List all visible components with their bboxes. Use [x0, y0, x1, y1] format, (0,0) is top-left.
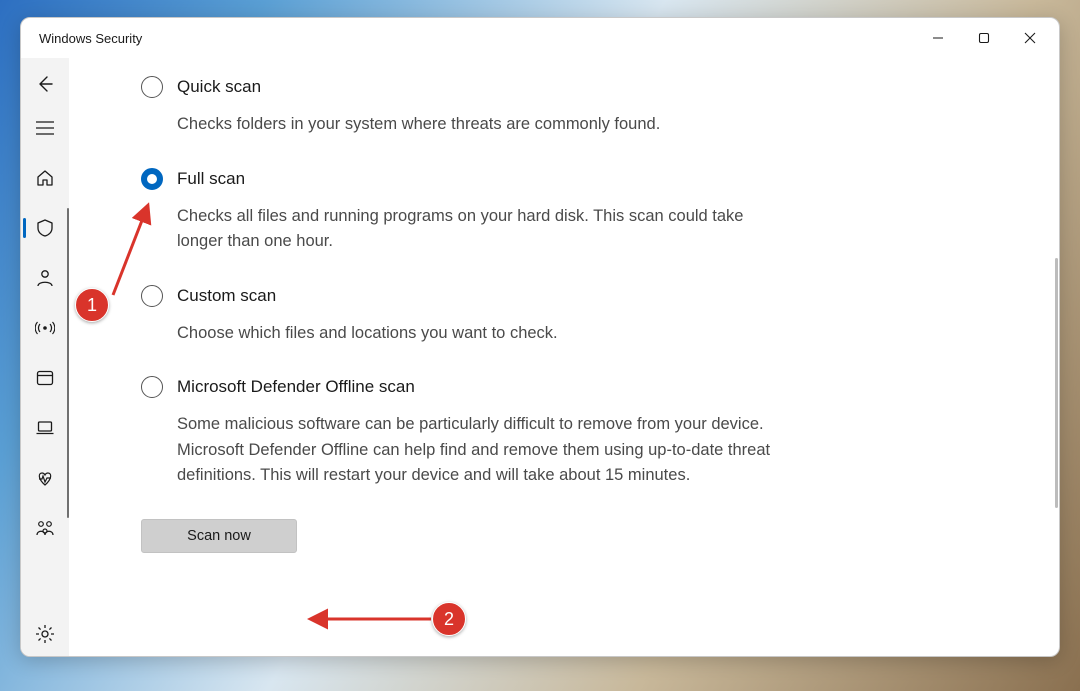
option-desc: Checks all files and running programs on…: [177, 204, 772, 255]
sidebar-item-virus[interactable]: [21, 206, 69, 250]
option-desc: Choose which files and locations you wan…: [177, 321, 772, 347]
back-button[interactable]: [21, 62, 69, 106]
hamburger-icon: [36, 121, 54, 135]
minimize-icon: [932, 32, 944, 44]
option-title: Custom scan: [177, 286, 276, 306]
gear-icon: [35, 624, 55, 644]
home-icon: [35, 168, 55, 188]
maximize-button[interactable]: [961, 18, 1007, 58]
content-area: Quick scan Checks folders in your system…: [69, 58, 1059, 656]
sidebar-item-home[interactable]: [21, 156, 69, 200]
window-body: Quick scan Checks folders in your system…: [21, 58, 1059, 656]
annotation-badge-1: 1: [75, 288, 109, 322]
sidebar-item-device-security[interactable]: [21, 406, 69, 450]
radio-quick-scan[interactable]: [141, 76, 163, 98]
sidebar-item-app-browser[interactable]: [21, 356, 69, 400]
option-quick-scan[interactable]: Quick scan Checks folders in your system…: [141, 76, 781, 138]
scan-now-label: Scan now: [187, 528, 251, 544]
antenna-icon: [35, 318, 55, 338]
window-icon: [35, 368, 55, 388]
option-title: Microsoft Defender Offline scan: [177, 377, 415, 397]
titlebar: Windows Security: [21, 18, 1059, 58]
radio-full-scan[interactable]: [141, 168, 163, 190]
menu-button[interactable]: [21, 106, 69, 150]
option-full-scan[interactable]: Full scan Checks all files and running p…: [141, 168, 781, 255]
laptop-icon: [35, 418, 55, 438]
scrollbar-thumb[interactable]: [1055, 258, 1058, 508]
option-title: Quick scan: [177, 77, 261, 97]
account-icon: [35, 268, 55, 288]
sidebar-item-performance[interactable]: [21, 456, 69, 500]
app-window: Windows Security: [20, 17, 1060, 657]
sidebar-item-family[interactable]: [21, 506, 69, 550]
option-offline-scan[interactable]: Microsoft Defender Offline scan Some mal…: [141, 376, 781, 489]
family-icon: [35, 518, 55, 538]
shield-icon: [35, 218, 55, 238]
window-title: Windows Security: [39, 31, 142, 46]
minimize-button[interactable]: [915, 18, 961, 58]
sidebar-item-settings[interactable]: [21, 612, 69, 656]
option-title: Full scan: [177, 169, 245, 189]
heart-pulse-icon: [35, 468, 55, 488]
scan-now-button[interactable]: Scan now: [141, 519, 297, 553]
close-icon: [1024, 32, 1036, 44]
sidebar-item-account[interactable]: [21, 256, 69, 300]
sidebar-item-firewall[interactable]: [21, 306, 69, 350]
caption-buttons: [915, 18, 1053, 58]
option-custom-scan[interactable]: Custom scan Choose which files and locat…: [141, 285, 781, 347]
maximize-icon: [978, 32, 990, 44]
option-desc: Checks folders in your system where thre…: [177, 112, 772, 138]
annotation-badge-2: 2: [432, 602, 466, 636]
radio-custom-scan[interactable]: [141, 285, 163, 307]
radio-offline-scan[interactable]: [141, 376, 163, 398]
sidebar: [21, 58, 69, 656]
close-button[interactable]: [1007, 18, 1053, 58]
back-arrow-icon: [35, 74, 55, 94]
option-desc: Some malicious software can be particula…: [177, 412, 772, 489]
